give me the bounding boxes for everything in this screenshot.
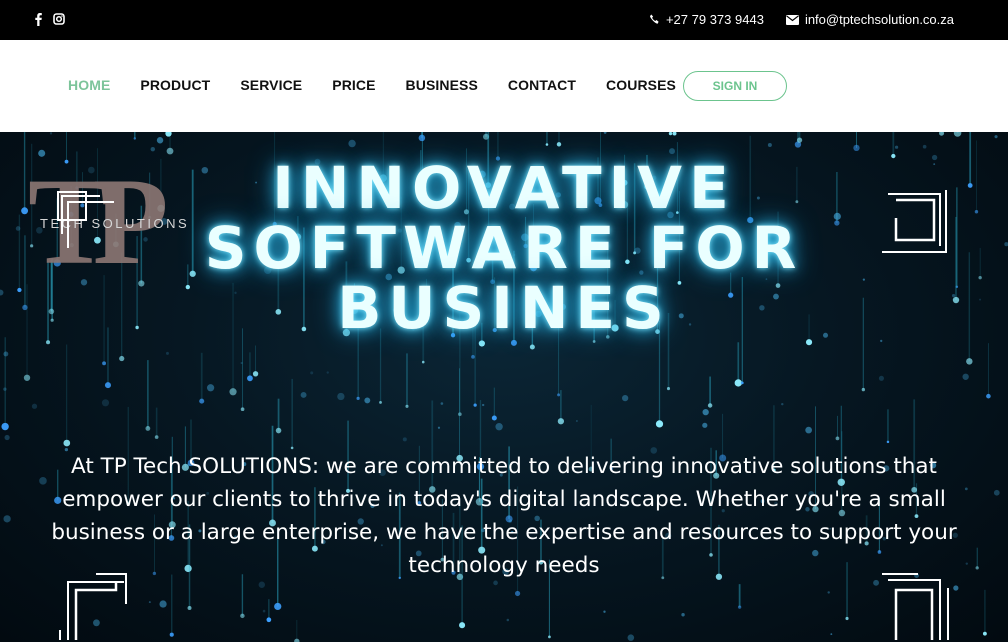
corner-frame-icon bbox=[57, 191, 114, 248]
hero-description: At TP Tech SOLUTIONS: we are committed t… bbox=[51, 454, 957, 578]
phone-icon bbox=[649, 14, 659, 24]
corner-frame-icon bbox=[59, 573, 127, 640]
nav-business[interactable]: BUSINESS bbox=[406, 77, 478, 93]
instagram-icon[interactable] bbox=[53, 12, 65, 26]
headline-line-2: SOFTWARE FOR bbox=[204, 214, 804, 282]
email-address: info@tptechsolution.co.za bbox=[804, 12, 954, 27]
navbar: HOME PRODUCT SERVICE PRICE BUSINESS CONT… bbox=[0, 40, 1008, 132]
corner-frame-icon bbox=[882, 190, 947, 253]
nav-product[interactable]: PRODUCT bbox=[140, 77, 210, 93]
headline-line-1: INNOVATIVE bbox=[272, 154, 736, 222]
envelope-icon bbox=[785, 14, 799, 25]
nav-courses[interactable]: COURSES bbox=[606, 77, 676, 93]
main-nav: HOME PRODUCT SERVICE PRICE BUSINESS CONT… bbox=[68, 77, 706, 93]
social-links bbox=[32, 12, 65, 26]
sign-in-button[interactable]: SIGN IN bbox=[683, 71, 787, 101]
nav-price[interactable]: PRICE bbox=[332, 77, 375, 93]
facebook-icon[interactable] bbox=[32, 12, 44, 26]
corner-frame-icon bbox=[882, 573, 949, 640]
nav-service[interactable]: SERVICE bbox=[240, 77, 302, 93]
phone-item[interactable]: +27 79 373 9443 bbox=[649, 12, 764, 27]
nav-contact[interactable]: CONTACT bbox=[508, 77, 576, 93]
nav-home[interactable]: HOME bbox=[68, 77, 110, 93]
hero-banner: TP TECH SOLUTIONS INNOVATIVE SOFTWARE FO… bbox=[0, 132, 1008, 642]
headline-line-3: BUSINES bbox=[337, 274, 671, 342]
hero-headline: INNOVATIVE SOFTWARE FOR BUSINES bbox=[0, 158, 1008, 338]
contact-info: +27 79 373 9443 info@tptechsolution.co.z… bbox=[649, 12, 954, 27]
top-bar: +27 79 373 9443 info@tptechsolution.co.z… bbox=[0, 0, 1008, 40]
email-item[interactable]: info@tptechsolution.co.za bbox=[785, 12, 954, 27]
phone-number: +27 79 373 9443 bbox=[665, 12, 764, 27]
